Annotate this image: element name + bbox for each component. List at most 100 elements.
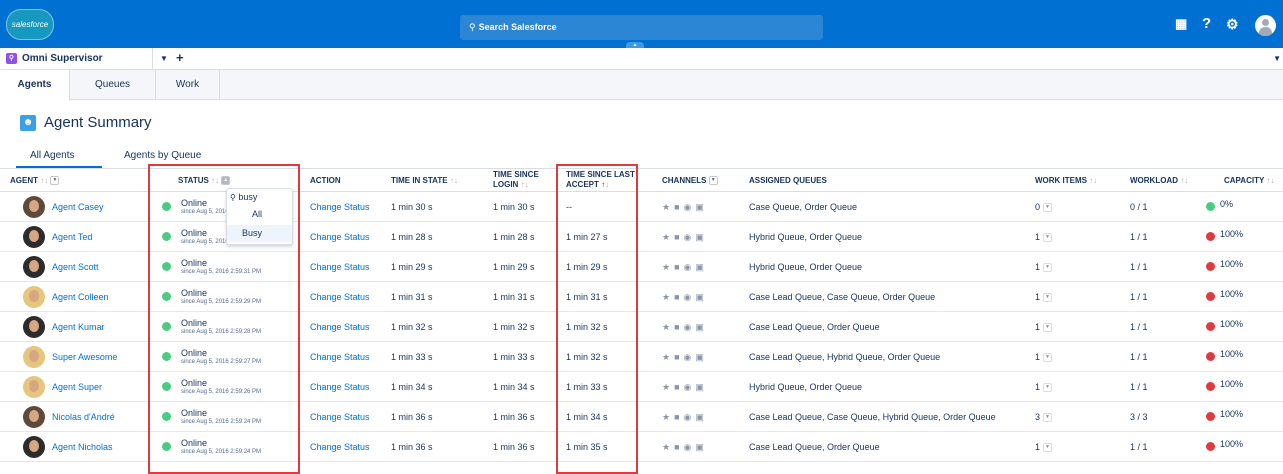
sort-icon[interactable]: ↑↓	[521, 180, 529, 189]
column-label: CAPACITY	[1224, 176, 1265, 185]
capacity-dot	[1206, 292, 1215, 301]
work-items-dropdown[interactable]: ▼	[1043, 383, 1053, 393]
change-status-link[interactable]: Change Status	[310, 432, 370, 462]
work-items: 1 ▼	[1035, 252, 1053, 282]
agent-avatar	[23, 376, 45, 398]
time-since-login: 1 min 31 s	[493, 292, 535, 302]
column-header-capacity[interactable]: CAPACITY ↑↓	[1224, 176, 1274, 186]
agent-name-link[interactable]: Agent Nicholas	[52, 432, 113, 462]
work-items-dropdown[interactable]: ▼	[1043, 233, 1053, 243]
work-items-dropdown[interactable]: ▼	[1043, 353, 1053, 363]
workspace-tab-omni-supervisor[interactable]: ⚲ Omni Supervisor	[0, 48, 153, 69]
work-items: 1 ▼	[1035, 342, 1053, 372]
work-items-dropdown[interactable]: ▼	[1043, 323, 1053, 333]
capacity: 100%	[1220, 409, 1244, 419]
channel-icons: ★■◉▣	[662, 252, 708, 282]
view-tab-agents-by-queue[interactable]: Agents by Queue	[124, 150, 201, 161]
work-items-dropdown[interactable]: ▼	[1043, 293, 1053, 303]
globe-icon: ◉	[683, 382, 696, 392]
sort-icon[interactable]: ↑↓	[450, 176, 458, 185]
agent-name-link[interactable]: Agent Colleen	[52, 282, 109, 312]
agent-avatar	[23, 316, 45, 338]
change-status-link[interactable]: Change Status	[310, 252, 370, 282]
capacity-dot	[1206, 352, 1215, 361]
sort-icon[interactable]: ↑↓	[1089, 176, 1097, 185]
star-icon: ★	[662, 232, 675, 242]
assigned-queues: Case Lead Queue, Hybrid Queue, Order Que…	[749, 352, 941, 362]
star-icon: ★	[662, 292, 675, 302]
change-status-link[interactable]: Change Status	[310, 282, 370, 312]
search-box[interactable]: ⚲ Search Salesforce	[460, 15, 823, 40]
agent-name-link[interactable]: Agent Super	[52, 372, 102, 402]
work-items-dropdown[interactable]: ▼	[1043, 443, 1053, 453]
time-since-login: 1 min 29 s	[493, 262, 535, 272]
change-status-link[interactable]: Change Status	[310, 342, 370, 372]
tab-agents[interactable]: Agents	[0, 70, 70, 101]
time-since-login: 1 min 30 s	[493, 202, 535, 212]
column-header-work-items[interactable]: WORK ITEMS ↑↓	[1035, 176, 1097, 186]
change-status-link[interactable]: Change Status	[310, 312, 370, 342]
column-header-agent[interactable]: AGENT ↑↓ ▼	[10, 176, 60, 186]
tab-work[interactable]: Work	[156, 70, 220, 100]
agent-name-link[interactable]: Agent Kumar	[52, 312, 105, 342]
agent-name-link[interactable]: Agent Ted	[52, 222, 92, 252]
app-launcher-icon[interactable]: ▦	[1175, 14, 1187, 34]
assigned-queues: Hybrid Queue, Order Queue	[749, 232, 863, 242]
agent-name-link[interactable]: Nicolas d'André	[52, 402, 115, 432]
agent-filter-dropdown[interactable]: ▼	[50, 176, 60, 186]
change-status-link[interactable]: Change Status	[310, 402, 370, 432]
column-label: WORKLOAD	[1130, 176, 1178, 185]
capacity: 100%	[1220, 259, 1244, 269]
agent-name-link[interactable]: Super Awesome	[52, 342, 117, 372]
work-items: 0 ▼	[1035, 192, 1053, 222]
change-status-link[interactable]: Change Status	[310, 192, 370, 222]
work-items-dropdown[interactable]: ▼	[1043, 413, 1053, 423]
sort-icon[interactable]: ↑↓	[1180, 176, 1188, 185]
time-in-state: 1 min 34 s	[391, 382, 433, 392]
work-items: 1 ▼	[1035, 282, 1053, 312]
sort-icon[interactable]: ↑↓	[1266, 176, 1274, 185]
change-status-link[interactable]: Change Status	[310, 372, 370, 402]
help-icon[interactable]: ?	[1202, 14, 1211, 34]
agent-name-link[interactable]: Agent Casey	[52, 192, 104, 222]
star-icon: ★	[662, 352, 675, 362]
salesforce-logo[interactable]: salesforce	[6, 9, 54, 40]
agent-name-link[interactable]: Agent Scott	[52, 252, 99, 282]
channels-filter-dropdown[interactable]: ▼	[708, 176, 718, 186]
agent-avatar	[23, 436, 45, 458]
change-status-link[interactable]: Change Status	[310, 222, 370, 252]
workload: 3 / 3	[1130, 412, 1148, 422]
chevron-down-icon[interactable]: ▼	[160, 48, 168, 69]
tab-overflow-chevron-icon[interactable]: ▼	[1273, 48, 1281, 69]
column-header-channels[interactable]: CHANNELS ▼	[662, 176, 718, 186]
column-header-time-in-state[interactable]: TIME IN STATE ↑↓	[391, 176, 458, 186]
column-header-workload[interactable]: WORKLOAD ↑↓	[1130, 176, 1188, 186]
tab-queues[interactable]: Queues	[70, 70, 156, 100]
work-items-count: 1	[1035, 262, 1041, 272]
globe-icon: ◉	[683, 292, 696, 302]
capacity-dot	[1206, 322, 1215, 331]
time-since-login: 1 min 34 s	[493, 382, 535, 392]
workload: 1 / 1	[1130, 442, 1148, 452]
user-avatar-icon[interactable]	[1255, 15, 1276, 36]
page-title: Agent Summary	[44, 114, 152, 131]
new-tab-button[interactable]: +	[176, 48, 184, 68]
chat-icon: ■	[674, 262, 684, 272]
filter-option-busy[interactable]: Busy	[227, 225, 292, 242]
column-header-time-since-login[interactable]: TIME SINCE LOGIN ↑↓	[493, 170, 553, 190]
work-items-count: 1	[1035, 382, 1041, 392]
agent-summary-icon: ☻	[20, 115, 36, 131]
setup-gear-icon[interactable]: ⚙	[1226, 14, 1239, 34]
time-since-login: 1 min 33 s	[493, 352, 535, 362]
work-items-dropdown[interactable]: ▼	[1043, 263, 1053, 273]
view-tab-all-agents[interactable]: All Agents	[30, 150, 74, 161]
capacity: 100%	[1220, 379, 1244, 389]
status-filter-search[interactable]: ⚲ busy	[230, 192, 257, 202]
work-items-dropdown[interactable]: ▼	[1043, 203, 1053, 213]
filter-option-all[interactable]: All	[227, 206, 292, 223]
star-icon: ★	[662, 262, 675, 272]
workload: 0 / 1	[1130, 202, 1148, 212]
sort-icon[interactable]: ↑↓	[40, 176, 48, 185]
capacity: 100%	[1220, 439, 1244, 449]
briefcase-icon: ▣	[695, 262, 708, 272]
